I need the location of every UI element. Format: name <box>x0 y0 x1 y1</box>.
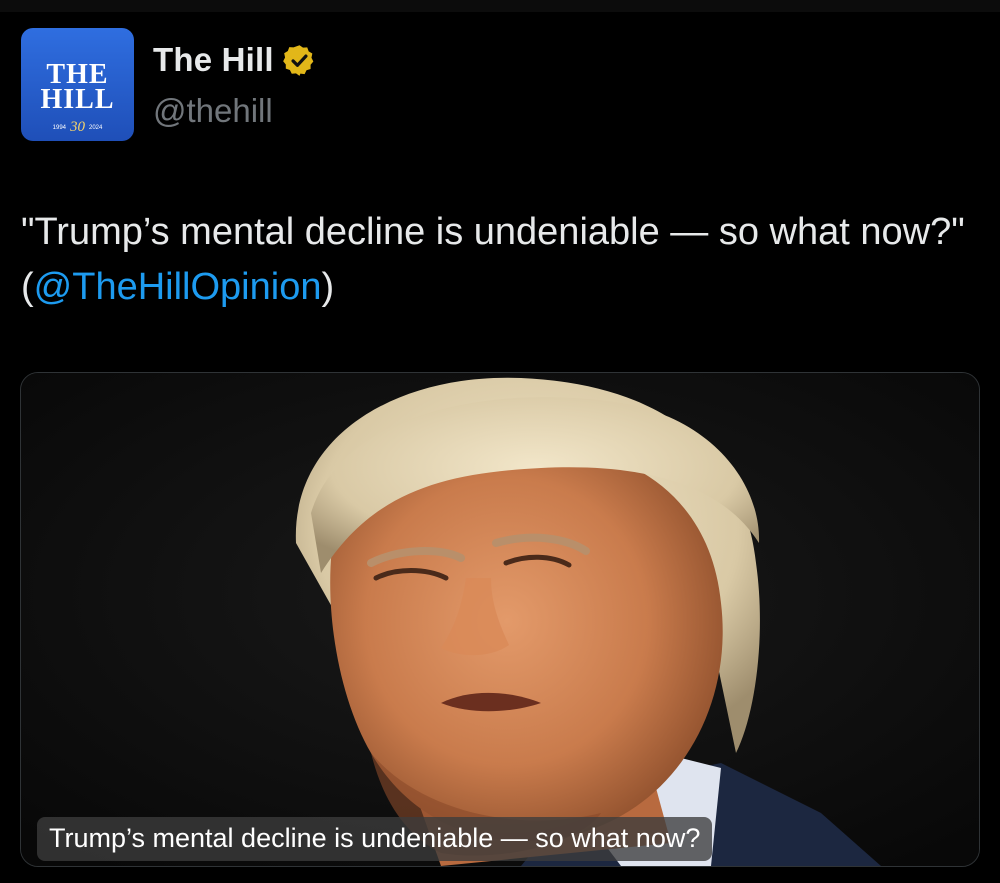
avatar-year-end: 2024 <box>89 124 103 131</box>
mention-link[interactable]: @TheHillOpinion <box>34 266 322 308</box>
top-divider-strip <box>0 0 1000 12</box>
media-card[interactable]: Trump’s mental decline is undeniable — s… <box>20 372 980 867</box>
article-photo <box>21 373 979 866</box>
avatar-logo-line-2: HILL <box>40 84 115 115</box>
account-avatar[interactable]: THE HILL 1994 30 2024 <box>21 28 134 141</box>
media-card-caption: Trump’s mental decline is undeniable — s… <box>37 817 713 861</box>
tweet-text-close: ) <box>321 266 335 308</box>
verified-badge-icon[interactable] <box>282 43 317 78</box>
avatar-anniversary-number: 30 <box>70 119 85 135</box>
account-handle[interactable]: @thehill <box>153 92 273 130</box>
display-name[interactable]: The Hill <box>153 41 274 79</box>
avatar-year-start: 1994 <box>52 124 66 131</box>
avatar-anniversary-mark: 1994 30 2024 <box>21 120 134 135</box>
display-name-row[interactable]: The Hill <box>153 41 317 79</box>
tweet-text: "Trump’s mental decline is undeniable — … <box>21 205 981 315</box>
